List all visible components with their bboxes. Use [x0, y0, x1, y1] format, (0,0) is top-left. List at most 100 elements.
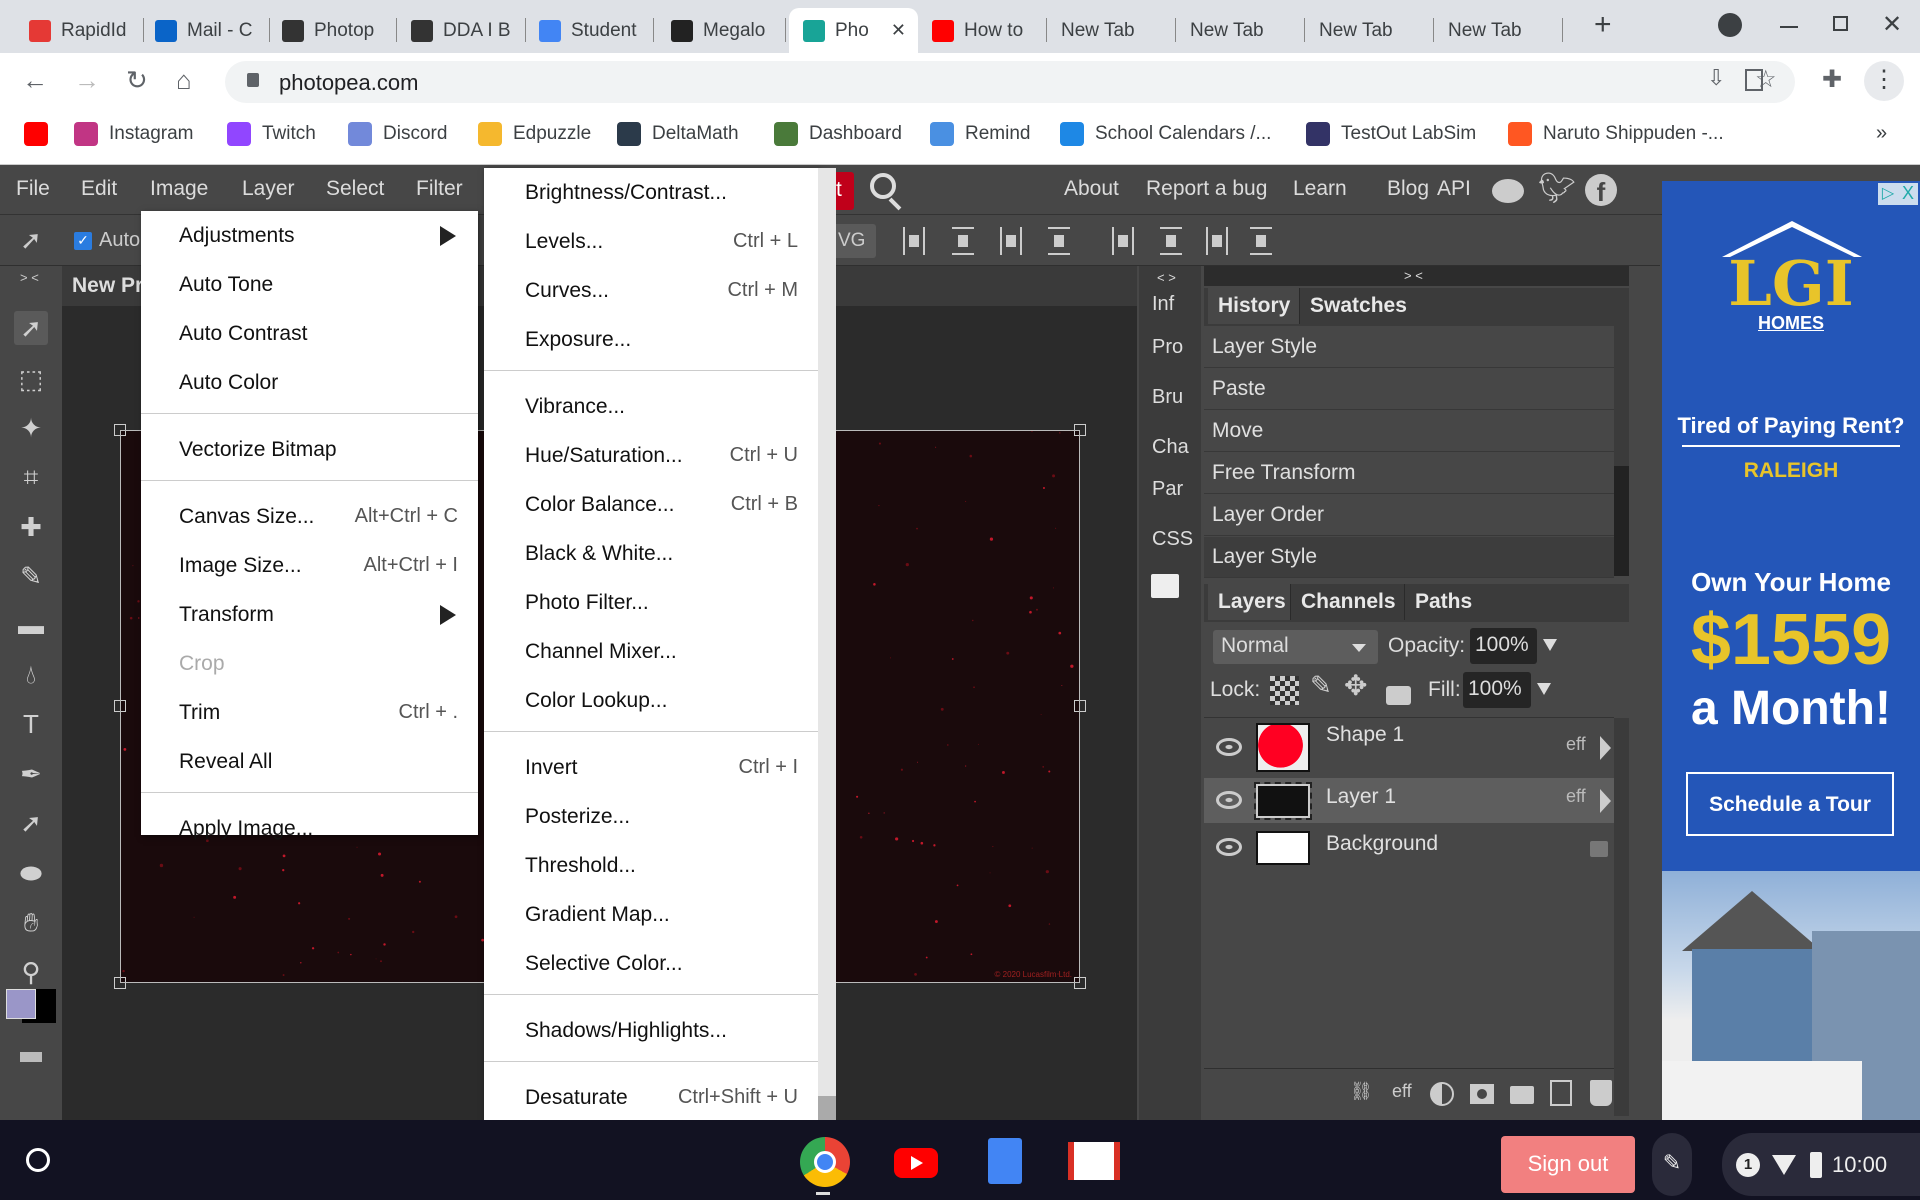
bookmark-item[interactable] [24, 122, 59, 146]
hand-tool-icon[interactable]: ✋︎ [14, 905, 48, 939]
home-icon[interactable]: ⌂ [176, 65, 192, 96]
chrome-app-icon[interactable] [800, 1137, 850, 1187]
menu-item-auto-contrast[interactable]: Auto Contrast [141, 309, 478, 358]
document-tab[interactable]: New Pr [72, 274, 143, 298]
align-icon[interactable] [903, 227, 925, 255]
tab-search-icon[interactable] [1718, 13, 1742, 37]
history-scrollbar[interactable] [1614, 326, 1629, 576]
menu-item-hue-saturation[interactable]: Hue/Saturation... Ctrl + U [484, 431, 818, 480]
panel-button-cha[interactable]: Cha [1152, 436, 1189, 459]
ellipse-tool-icon[interactable]: ⬬ [14, 856, 48, 890]
menu-item-posterize[interactable]: Posterize... [484, 792, 818, 841]
menu-item-auto-tone[interactable]: Auto Tone [141, 260, 478, 309]
new-layer-icon[interactable] [1550, 1080, 1572, 1106]
advertisement[interactable]: ▷ X LGI HOMES Tired of Paying Rent? RALE… [1662, 181, 1920, 1120]
link-about[interactable]: About [1064, 177, 1119, 201]
system-tray[interactable]: 1 10:00 [1722, 1133, 1920, 1196]
collapse-tools[interactable]: > < [20, 270, 39, 285]
menu-item-color-lookup[interactable]: Color Lookup... [484, 676, 818, 725]
menu-item-shadows-highlights[interactable]: Shadows/Highlights... [484, 1006, 818, 1055]
menu-item-adjustments[interactable]: Adjustments [141, 211, 478, 260]
reload-icon[interactable]: ↻ [126, 65, 148, 96]
browser-tab[interactable]: DDA I B [397, 8, 526, 53]
layer-effects-button[interactable]: eff [1392, 1081, 1412, 1102]
browser-tab[interactable]: Student [525, 8, 654, 53]
lock-transparency-icon[interactable] [1270, 676, 1299, 705]
twitter-icon[interactable]: 🐦︎ [1538, 171, 1576, 206]
tab-swatches[interactable]: Swatches [1299, 288, 1417, 324]
bookmark-item[interactable]: DeltaMath [617, 122, 739, 146]
sign-out-button[interactable]: Sign out [1501, 1136, 1635, 1193]
menu-image[interactable]: Image [150, 177, 208, 201]
forward-icon[interactable]: → [74, 65, 100, 96]
stylus-icon[interactable]: ✎ [1652, 1133, 1692, 1196]
bookmark-star-icon[interactable]: ☆ [1755, 65, 1777, 94]
browser-tab[interactable]: Megalo [657, 8, 786, 53]
layer-row[interactable]: Layer 1 eff [1204, 778, 1614, 823]
layer-name[interactable]: Layer 1 [1326, 785, 1396, 809]
move-tool-icon[interactable]: ➚ [14, 311, 48, 345]
align-icon[interactable] [1000, 227, 1022, 255]
blur-tool-icon[interactable]: 💧︎ [14, 657, 48, 691]
fill-dropdown-icon[interactable] [1537, 683, 1551, 695]
bookmark-item[interactable]: Twitch [227, 122, 316, 146]
new-group-icon[interactable] [1510, 1086, 1534, 1104]
menu-item-gradient-map[interactable]: Gradient Map... [484, 890, 818, 939]
link-report-bug[interactable]: Report a bug [1146, 177, 1267, 201]
menu-item-threshold[interactable]: Threshold... [484, 841, 818, 890]
adchoices-icon[interactable]: ▷ [1878, 183, 1898, 205]
collapse-right[interactable]: > < [1404, 268, 1423, 283]
image-panel-icon[interactable] [1151, 574, 1179, 598]
history-item[interactable]: Layer Style [1204, 327, 1614, 368]
blend-mode-select[interactable]: Normal [1213, 630, 1378, 664]
auto-select-checkbox[interactable]: ✓ [74, 232, 92, 250]
eye-visibility-icon[interactable] [1216, 737, 1242, 756]
bookmark-item[interactable]: Instagram [74, 122, 193, 146]
panel-button-css[interactable]: CSS [1152, 528, 1193, 551]
opacity-dropdown-icon[interactable] [1543, 639, 1557, 651]
bookmark-item[interactable]: Naruto Shippuden -... [1508, 122, 1724, 146]
bookmarks-overflow[interactable]: » [1876, 122, 1887, 145]
history-item[interactable]: Move [1204, 411, 1614, 452]
crop-tool-icon[interactable]: ⌗ [14, 460, 48, 494]
menu-item-photo-filter[interactable]: Photo Filter... [484, 578, 818, 627]
extensions-icon[interactable]: ✚ [1822, 65, 1842, 94]
docs-app-icon[interactable] [988, 1138, 1022, 1184]
lock-paint-icon[interactable]: ✎ [1310, 670, 1332, 701]
menu-item-exposure[interactable]: Exposure... [484, 315, 818, 364]
menu-item-curves[interactable]: Curves... Ctrl + M [484, 266, 818, 315]
menu-item-brightness-contrast[interactable]: Brightness/Contrast... [484, 168, 818, 217]
layer-mask-icon[interactable] [1470, 1084, 1494, 1104]
layer-effects-label[interactable]: eff [1566, 786, 1586, 807]
browser-tab[interactable]: New Tab [1434, 8, 1563, 53]
back-icon[interactable]: ← [22, 65, 48, 96]
menu-item-image-size[interactable]: Image Size... Alt+Ctrl + I [141, 541, 478, 590]
menu-item-color-balance[interactable]: Color Balance... Ctrl + B [484, 480, 818, 529]
close-tab-icon[interactable]: ✕ [891, 20, 906, 41]
align-icon[interactable] [1206, 227, 1228, 255]
menu-item-canvas-size[interactable]: Canvas Size... Alt+Ctrl + C [141, 492, 478, 541]
close-window-icon[interactable]: ✕ [1882, 10, 1902, 39]
layer-row[interactable]: Background [1204, 825, 1614, 870]
tab-paths[interactable]: Paths [1404, 584, 1483, 620]
url-bar[interactable]: photopea.com [225, 61, 1795, 103]
lock-all-icon[interactable] [1386, 686, 1411, 705]
menu-item-selective-color[interactable]: Selective Color... [484, 939, 818, 988]
align-icon[interactable] [1048, 227, 1070, 255]
align-icon[interactable] [1160, 227, 1182, 255]
pen-tool-icon[interactable]: ✒ [14, 757, 48, 791]
reddit-icon[interactable] [1492, 179, 1524, 203]
menu-item-reveal-all[interactable]: Reveal All [141, 737, 478, 786]
keyboard-icon[interactable] [20, 1052, 42, 1062]
eye-visibility-icon[interactable] [1216, 837, 1242, 856]
minimize-icon[interactable] [1780, 26, 1798, 28]
layer-effects-label[interactable]: eff [1566, 734, 1586, 755]
bookmark-item[interactable]: Remind [930, 122, 1030, 146]
foreground-color-swatch[interactable] [6, 989, 36, 1019]
menu-item-auto-color[interactable]: Auto Color [141, 358, 478, 407]
search-icon[interactable] [870, 173, 896, 199]
tab-history[interactable]: History [1208, 288, 1301, 324]
install-icon[interactable]: ⇩ [1707, 65, 1725, 91]
panel-button-bru[interactable]: Bru [1152, 386, 1183, 409]
menu-edit[interactable]: Edit [81, 177, 117, 201]
